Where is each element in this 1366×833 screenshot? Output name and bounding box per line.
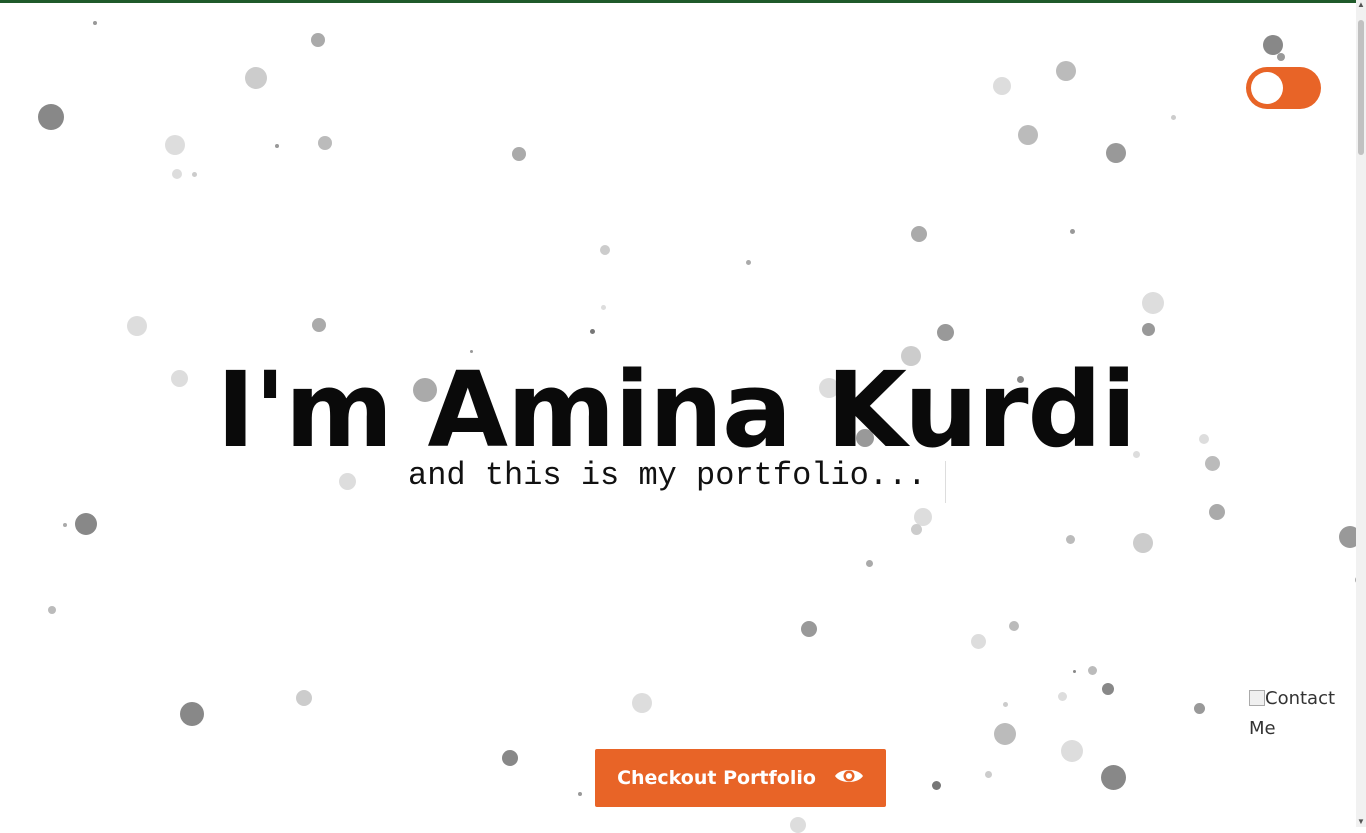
particle-dot [1069, 228, 1075, 234]
particle-dot [600, 245, 610, 255]
particle-dot [191, 171, 197, 177]
particle-dot [911, 226, 927, 242]
particle-dot [180, 702, 204, 726]
hero-subtitle: and this is my portfolio... [408, 457, 927, 494]
particle-dot [63, 523, 67, 527]
particle-dot [1056, 61, 1076, 81]
particle-dot [1263, 35, 1283, 55]
particle-dot [1106, 143, 1126, 163]
particle-dot [745, 259, 751, 265]
particle-dot [1057, 691, 1067, 701]
particle-dot [1100, 764, 1126, 790]
particle-dot [127, 316, 147, 336]
particle-dot [1133, 533, 1153, 553]
particle-dot [1087, 665, 1097, 675]
particle-dot [1170, 114, 1176, 120]
particle-dot [48, 606, 56, 614]
particle-dot [75, 513, 97, 535]
particle-dot [936, 323, 954, 341]
particle-dot [1061, 740, 1083, 762]
particle-dot [1102, 683, 1114, 695]
particle-dot [1142, 292, 1164, 314]
particle-dot [318, 136, 332, 150]
particle-dot [801, 621, 817, 637]
scrollbar-thumb[interactable] [1358, 20, 1364, 155]
particle-dot [172, 169, 182, 179]
eye-icon [834, 766, 864, 791]
contact-me-link[interactable]: Contact Me [1249, 684, 1349, 744]
particle-dot [1002, 701, 1008, 707]
particle-dot [502, 750, 518, 766]
checkout-portfolio-button[interactable]: Checkout Portfolio [595, 749, 886, 807]
particle-dot [578, 792, 582, 796]
particle-dot [311, 33, 325, 47]
particle-dot [296, 690, 312, 706]
particle-dot [1018, 125, 1038, 145]
particle-dot [910, 523, 922, 535]
particle-dot [1277, 53, 1285, 61]
particle-dot [914, 508, 932, 526]
particle-dot [931, 780, 941, 790]
particle-dot [245, 67, 267, 89]
particle-dot [970, 633, 986, 649]
particle-dot [165, 135, 185, 155]
particle-dot [1209, 504, 1225, 520]
scroll-down-arrow[interactable]: ▼ [1356, 817, 1366, 827]
particle-dot [1009, 621, 1019, 631]
particle-dot [589, 328, 595, 334]
particle-dot [790, 817, 806, 833]
particle-dot [1193, 702, 1205, 714]
particle-dot [632, 693, 652, 713]
typing-cursor [945, 461, 946, 503]
particle-dot [1065, 534, 1075, 544]
particle-dot [38, 104, 64, 130]
particle-dot [600, 304, 606, 310]
checkout-portfolio-label: Checkout Portfolio [617, 767, 816, 789]
broken-image-icon [1249, 690, 1265, 706]
hero-title: I'm Amina Kurdi [216, 349, 1136, 471]
toggle-knob [1251, 72, 1283, 104]
particle-dot [338, 472, 356, 490]
particle-dot [312, 318, 326, 332]
particle-dot [984, 770, 992, 778]
scrollbar[interactable]: ▲ ▼ [1356, 0, 1366, 827]
particle-dot [1141, 322, 1155, 336]
particle-dot [993, 77, 1011, 95]
particle-dot [865, 559, 873, 567]
particle-dot [93, 21, 97, 25]
particle-dot [275, 144, 279, 148]
particle-dot [512, 147, 526, 161]
scroll-up-arrow[interactable]: ▲ [1356, 0, 1366, 10]
top-accent-bar [0, 0, 1366, 3]
particle-dot [1072, 669, 1076, 673]
theme-toggle[interactable] [1246, 67, 1321, 109]
particle-dot [994, 723, 1016, 745]
